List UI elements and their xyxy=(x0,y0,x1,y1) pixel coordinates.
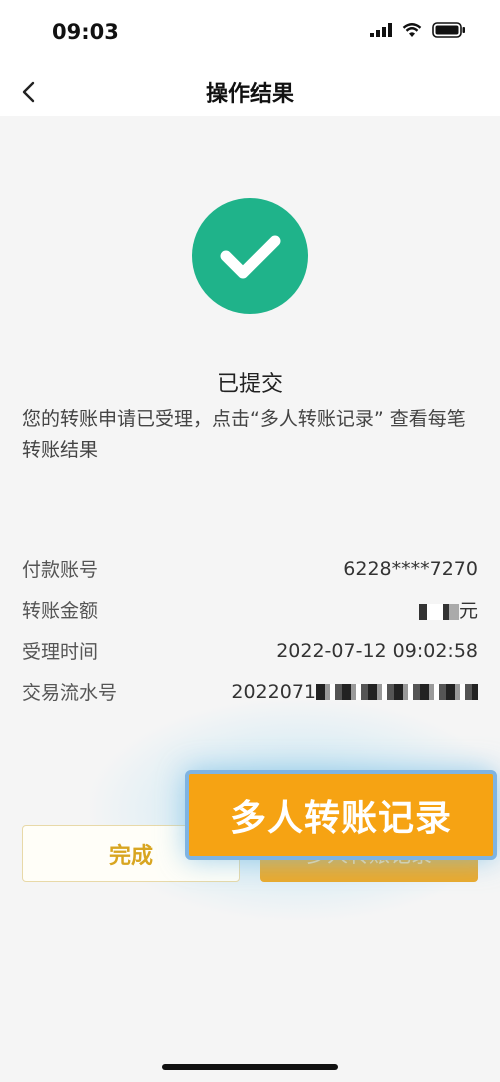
info-row-payer-account: 付款账号 6228****7270 xyxy=(22,548,478,589)
info-label: 交易流水号 xyxy=(22,682,118,704)
cellular-signal-icon xyxy=(370,23,392,37)
amount-value: 元 xyxy=(418,596,478,623)
info-row-accept-time: 受理时间 2022-07-12 09:02:58 xyxy=(22,630,478,671)
battery-icon xyxy=(432,22,465,38)
success-check-icon xyxy=(192,198,308,314)
status-icons xyxy=(370,22,466,38)
masked-serial-number xyxy=(316,684,478,700)
masked-amount xyxy=(418,603,459,620)
info-label: 受理时间 xyxy=(22,641,99,663)
payer-account-value: 6228****7270 xyxy=(343,557,478,580)
result-title: 已提交 xyxy=(216,372,283,397)
accept-time-value: 2022-07-12 09:02:58 xyxy=(276,639,478,662)
currency-unit: 元 xyxy=(458,600,478,622)
navigation-bar: 操作结果 xyxy=(0,68,500,116)
result-description: 您的转账申请已受理，点击“多人转账记录” 查看每笔转账结果 xyxy=(22,408,466,461)
status-time: 09:03 xyxy=(52,20,119,44)
info-label: 转账金额 xyxy=(22,600,99,622)
transfer-info-list: 付款账号 6228****7270 转账金额 元 受理时间 2022-07-12… xyxy=(22,548,478,712)
page-title: 操作结果 xyxy=(205,82,294,107)
multi-transfer-records-callout[interactable]: 多人转账记录 xyxy=(185,770,497,860)
info-label: 付款账号 xyxy=(22,559,99,581)
home-indicator xyxy=(162,1064,338,1070)
info-row-amount: 转账金额 元 xyxy=(22,589,478,630)
wifi-icon xyxy=(402,22,422,37)
status-bar: 09:03 xyxy=(0,0,500,68)
